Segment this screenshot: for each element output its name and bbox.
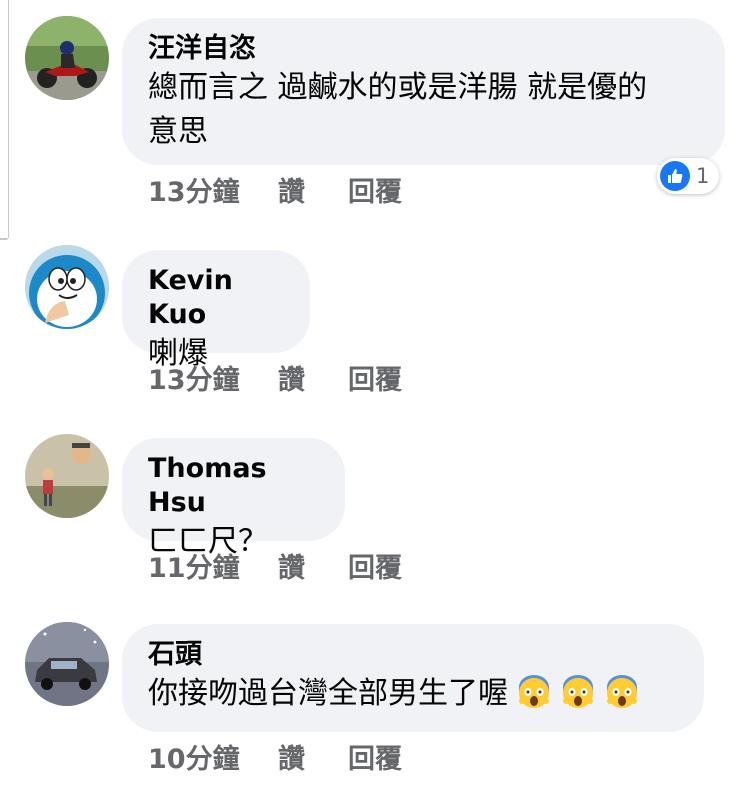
comment-bubble: 汪洋自恣 總而言之 過鹹水的或是洋腸 就是優的 意思 — [122, 18, 725, 165]
comment-actions: 13分鐘 讚 回覆 — [148, 170, 402, 209]
car-avatar-image — [25, 622, 109, 706]
comment-actions: 13分鐘 讚 回覆 — [148, 358, 402, 397]
comment-bubble: Kevin Kuo 喇爆 — [122, 250, 310, 371]
comment-text-row: 你接吻過台灣全部男生了喔 — [148, 672, 678, 716]
avatar[interactable] — [25, 245, 109, 329]
like-button[interactable]: 讚 — [278, 170, 348, 209]
reply-button[interactable]: 回覆 — [348, 737, 402, 776]
timestamp[interactable]: 10分鐘 — [148, 737, 278, 776]
painting-avatar-image — [25, 434, 109, 518]
reaction-count: 1 — [696, 164, 710, 188]
comment-text: 你接吻過台灣全部男生了喔 — [148, 676, 508, 711]
reply-button[interactable]: 回覆 — [348, 358, 402, 397]
timestamp[interactable]: 13分鐘 — [148, 358, 278, 397]
like-button[interactable]: 讚 — [278, 358, 348, 397]
comment-author[interactable]: Thomas Hsu — [148, 452, 319, 520]
comment-author[interactable]: Kevin Kuo — [148, 264, 284, 332]
motorcycle-avatar-image — [25, 16, 109, 100]
avatar[interactable] — [25, 16, 109, 100]
screaming-face-emoji-icon — [560, 673, 596, 709]
avatar[interactable] — [25, 434, 109, 518]
comment-actions: 11分鐘 讚 回覆 — [148, 546, 402, 585]
comment-text-line2: 意思 — [148, 114, 208, 149]
screaming-face-emoji-icon — [516, 673, 552, 709]
timestamp[interactable]: 11分鐘 — [148, 546, 278, 585]
screaming-face-emoji-icon — [604, 673, 640, 709]
reply-button[interactable]: 回覆 — [348, 546, 402, 585]
comment-author[interactable]: 石頭 — [148, 638, 678, 672]
cartoon-avatar-image — [25, 245, 109, 329]
like-button[interactable]: 讚 — [278, 546, 348, 585]
comment-author[interactable]: 汪洋自恣 — [148, 32, 699, 66]
avatar[interactable] — [25, 622, 109, 706]
comment-actions: 10分鐘 讚 回覆 — [148, 737, 402, 776]
timestamp[interactable]: 13分鐘 — [148, 170, 278, 209]
comment-bubble: 石頭 你接吻過台灣全部男生了喔 — [122, 624, 704, 732]
thread-line — [0, 0, 9, 240]
comment-bubble: Thomas Hsu ㄈㄈ尺？ — [122, 438, 345, 559]
thumbs-up-icon — [660, 161, 690, 191]
reply-button[interactable]: 回覆 — [348, 170, 402, 209]
comment-text: 總而言之 過鹹水的或是洋腸 就是優的 — [148, 70, 648, 105]
reaction-badge[interactable]: 1 — [657, 158, 720, 194]
like-button[interactable]: 讚 — [278, 737, 348, 776]
